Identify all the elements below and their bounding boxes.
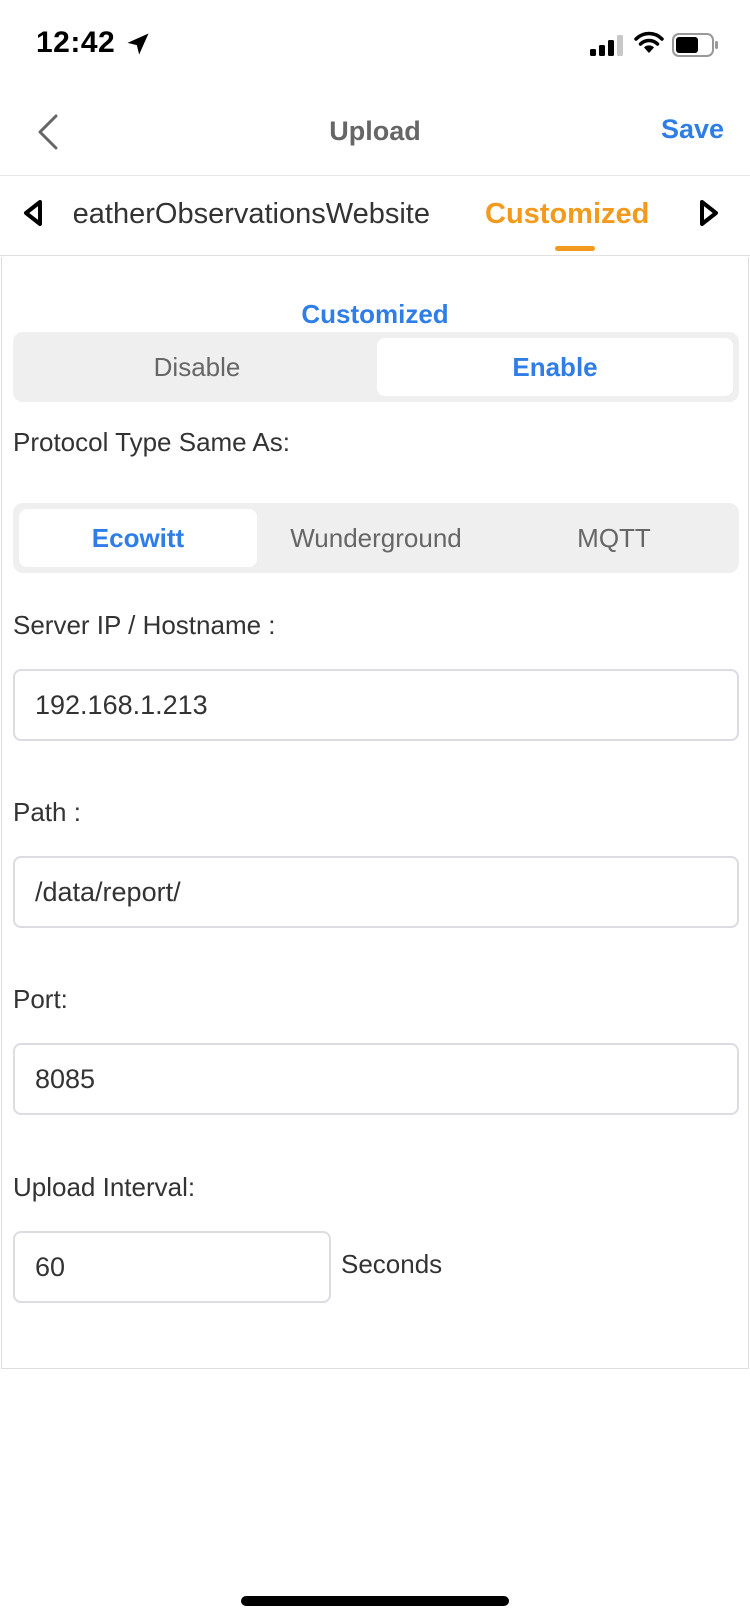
protocol-label: Protocol Type Same As: <box>13 427 290 457</box>
path-input[interactable]: /data/report/ <box>13 856 739 928</box>
enable-toggle-segment: Disable Enable <box>13 332 739 402</box>
nav-bar: Upload Save <box>0 90 750 176</box>
tab-customized[interactable]: Customized <box>485 198 649 231</box>
page-title: Upload <box>329 116 421 146</box>
triangle-left-icon[interactable] <box>20 198 46 228</box>
server-input[interactable]: 192.168.1.213 <box>13 669 739 741</box>
save-button[interactable]: Save <box>661 114 724 145</box>
tab-strip: WeatherObservationsWebsite Customized <box>0 176 750 256</box>
protocol-option-mqtt[interactable]: MQTT <box>495 509 733 567</box>
status-bar: 12:42 <box>0 0 750 90</box>
path-label: Path : <box>13 797 81 827</box>
location-arrow-icon <box>127 33 149 55</box>
wifi-icon <box>634 31 664 53</box>
tab-scroller: WeatherObservationsWebsite Customized <box>74 176 674 255</box>
port-label: Port: <box>13 984 68 1014</box>
interval-label: Upload Interval: <box>13 1172 196 1202</box>
enable-option[interactable]: Enable <box>377 338 733 396</box>
port-input[interactable]: 8085 <box>13 1043 739 1115</box>
interval-input[interactable]: 60 <box>13 1231 331 1303</box>
battery-icon <box>672 33 718 57</box>
protocol-option-ecowitt[interactable]: Ecowitt <box>19 509 257 567</box>
section-title: Customized <box>301 299 449 329</box>
upload-settings-card: Customized Disable Enable Protocol Type … <box>1 257 749 1369</box>
server-label: Server IP / Hostname : <box>13 610 276 640</box>
tab-weather-observations[interactable]: WeatherObservationsWebsite <box>74 198 430 231</box>
disable-option[interactable]: Disable <box>19 338 375 396</box>
interval-unit: Seconds <box>341 1249 443 1279</box>
active-tab-indicator <box>555 246 595 251</box>
home-indicator <box>241 1596 509 1606</box>
triangle-right-icon[interactable] <box>696 198 722 228</box>
protocol-segment: Ecowitt Wunderground MQTT <box>13 503 739 573</box>
status-time: 12:42 <box>36 26 116 59</box>
cell-signal-icon <box>590 35 623 56</box>
protocol-option-wunderground[interactable]: Wunderground <box>257 509 495 567</box>
